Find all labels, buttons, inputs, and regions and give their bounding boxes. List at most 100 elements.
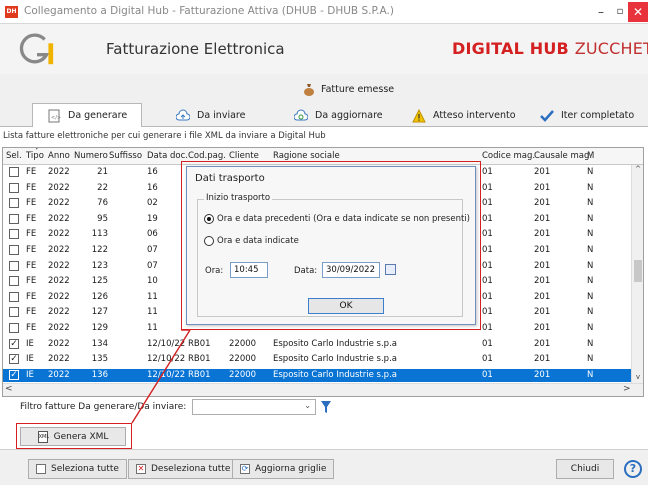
deselect-all-button[interactable]: ✕ Deseleziona tutte xyxy=(128,459,239,479)
option-indicated-time[interactable]: Ora e data indicate xyxy=(204,236,299,246)
column-header-cod-pag[interactable]: Cod.pag. xyxy=(188,151,226,161)
scroll-up-arrow-icon[interactable]: ^ xyxy=(632,165,643,175)
column-header-data-doc[interactable]: Data doc. xyxy=(147,151,188,161)
row-checkbox[interactable]: ✓ xyxy=(9,369,19,380)
group-label: Inizio trasporto xyxy=(204,193,273,203)
tab-iter-completato[interactable]: Iter completato xyxy=(540,104,634,127)
row-checkbox[interactable] xyxy=(9,307,19,318)
vertical-scrollbar[interactable]: ^ v xyxy=(631,165,643,383)
filter-dropdown[interactable]: ⌄ xyxy=(192,399,316,415)
tab-label: Da generare xyxy=(68,110,128,121)
column-header-suffisso[interactable]: Suffisso xyxy=(109,151,142,161)
cell-tipo: IE xyxy=(26,354,34,365)
app-name: Fatturazione Elettronica xyxy=(106,40,285,58)
option-previous-time[interactable]: Ora e data precedenti (Ora e data indica… xyxy=(204,214,470,224)
cell-m: N xyxy=(587,369,594,380)
horizontal-scrollbar[interactable]: < > xyxy=(3,383,643,396)
cell-codmag: 01 xyxy=(482,323,493,333)
cell-tipo: IE xyxy=(26,338,34,349)
row-checkbox[interactable] xyxy=(9,260,19,271)
column-header-ragione-sociale[interactable]: Ragione sociale xyxy=(273,151,340,161)
help-icon[interactable]: ? xyxy=(624,460,642,478)
tab-da-inviare[interactable]: Da inviare xyxy=(176,104,245,127)
column-header-anno[interactable]: Anno xyxy=(48,151,70,161)
cell-causale: 201 xyxy=(534,369,551,380)
cell-codmag: 01 xyxy=(482,291,493,302)
tab-da-aggiornare[interactable]: Da aggiornare xyxy=(294,104,383,127)
dialog-title: Dati trasporto xyxy=(195,173,265,184)
svg-text:</>: </> xyxy=(51,115,61,121)
column-header-m[interactable]: M xyxy=(587,151,594,161)
scroll-right-arrow-icon[interactable]: > xyxy=(623,384,631,394)
transport-start-group: Inizio trasporto Ora e data precedenti (… xyxy=(197,193,470,317)
row-checkbox[interactable] xyxy=(9,167,19,177)
row-checkbox[interactable] xyxy=(9,276,19,287)
tab-atteso-intervento[interactable]: Atteso intervento xyxy=(412,104,516,127)
cell-codmag: 01 xyxy=(482,167,493,177)
scroll-down-arrow-icon[interactable]: v xyxy=(632,373,643,383)
cell-causale: 201 xyxy=(534,182,551,193)
table-row[interactable]: ✓ IE 2022 136 12/10/22 RB01 22000 Esposito Carl… xyxy=(3,368,631,382)
minimize-button[interactable]: – xyxy=(592,2,610,22)
select-all-button[interactable]: Seleziona tutte xyxy=(28,459,127,479)
column-header-tipo[interactable]: Tipo xyxy=(26,151,44,161)
column-header-causale-mag[interactable]: Causale mag. xyxy=(534,151,592,161)
column-header-codice-mag[interactable]: Codice mag. xyxy=(482,151,535,161)
table-row[interactable]: ✓ IE 2022 135 12/10/22 RB01 22000 Esposito Carl… xyxy=(3,353,631,366)
cell-ragione: Esposito Carlo Industrie s.p.a xyxy=(273,354,397,365)
row-checkbox[interactable] xyxy=(9,245,19,255)
maximize-button[interactable]: ▫ xyxy=(614,2,626,22)
cell-m: N xyxy=(587,167,594,177)
calendar-icon[interactable] xyxy=(385,264,396,275)
cloud-sync-icon xyxy=(294,109,308,120)
radio-indicated[interactable] xyxy=(204,236,214,246)
cell-numero: 123 xyxy=(91,260,108,271)
filter-funnel-icon[interactable] xyxy=(320,400,332,414)
refresh-label: Aggiorna griglie xyxy=(255,464,327,474)
column-header-cliente[interactable]: Cliente xyxy=(229,151,259,161)
row-checkbox[interactable]: ✓ xyxy=(9,354,19,365)
cell-anno: 2022 xyxy=(48,198,70,209)
table-row[interactable]: ✓ IE 2022 134 12/10/22 RB01 22000 Esposito Carl… xyxy=(3,338,631,351)
cell-data: 19 xyxy=(147,213,158,224)
cell-numero: 113 xyxy=(91,229,108,240)
cell-tipo: FE xyxy=(26,182,37,193)
scroll-left-arrow-icon[interactable]: < xyxy=(5,384,13,394)
cell-codmag: 01 xyxy=(482,229,493,240)
money-bag-icon xyxy=(304,84,314,96)
cell-codmag: 01 xyxy=(482,307,493,318)
row-checkbox[interactable]: ✓ xyxy=(9,338,19,349)
column-header-numero[interactable]: Numero xyxy=(74,151,108,161)
generate-xml-button[interactable]: XML Genera XML xyxy=(20,427,126,446)
row-checkbox[interactable] xyxy=(9,229,19,240)
g1-logo-icon xyxy=(19,33,54,65)
cell-causale: 201 xyxy=(534,213,551,224)
cell-data: 02 xyxy=(147,198,158,209)
chevron-down-icon: ⌄ xyxy=(304,401,311,410)
checkbox-icon xyxy=(36,464,46,474)
cell-m: N xyxy=(587,291,594,302)
ok-button[interactable]: OK xyxy=(308,298,384,314)
close-button[interactable]: Chiudi xyxy=(556,459,614,479)
row-checkbox[interactable] xyxy=(9,182,19,193)
column-header-sel[interactable]: Sel. xyxy=(6,151,22,161)
title-bar: DH Collegamento a Digital Hub - Fatturaz… xyxy=(0,0,648,24)
brand-logo: DIGITAL HUB ZUCCHETT xyxy=(452,39,648,58)
tab-da-generare[interactable]: </> Da generare xyxy=(32,103,143,128)
cell-anno: 2022 xyxy=(48,167,70,177)
row-checkbox[interactable] xyxy=(9,323,19,333)
cell-codmag: 01 xyxy=(482,182,493,193)
date-field[interactable]: 30/09/2022 xyxy=(322,262,380,278)
scroll-thumb[interactable] xyxy=(634,260,642,282)
row-checkbox[interactable] xyxy=(9,213,19,224)
radio-previous[interactable] xyxy=(204,214,214,224)
list-caption: Lista fatture elettroniche per cui gener… xyxy=(3,131,326,141)
row-checkbox[interactable] xyxy=(9,198,19,209)
cell-anno: 2022 xyxy=(48,338,70,349)
time-field[interactable]: 10:45 xyxy=(230,262,268,278)
close-window-button[interactable]: ✕ xyxy=(628,2,648,22)
row-checkbox[interactable] xyxy=(9,291,19,302)
refresh-grids-button[interactable]: ⟳ Aggiorna griglie xyxy=(232,459,335,479)
cell-data: 12/10/22 xyxy=(147,354,186,365)
cell-numero: 95 xyxy=(97,213,108,224)
